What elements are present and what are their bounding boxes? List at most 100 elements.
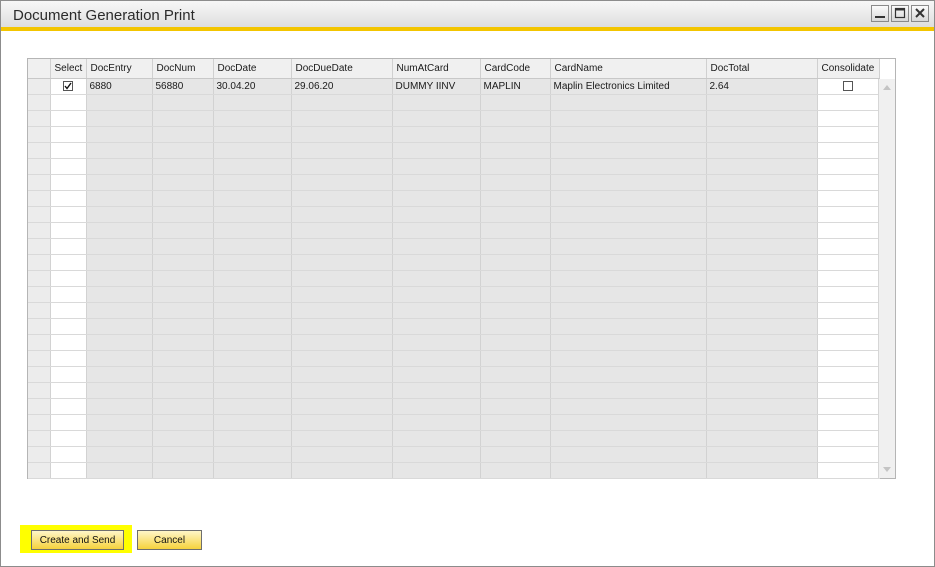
empty-cell[interactable] [213,366,292,383]
empty-cell[interactable] [152,206,214,223]
empty-cell[interactable] [392,318,481,335]
empty-cell[interactable] [706,430,818,447]
empty-cell[interactable] [706,446,818,463]
empty-cell[interactable] [213,462,292,479]
empty-cell[interactable] [291,414,393,431]
empty-cell[interactable] [152,446,214,463]
empty-cell[interactable] [50,462,87,479]
empty-cell[interactable] [706,142,818,159]
empty-cell[interactable] [706,334,818,351]
empty-cell[interactable] [291,446,393,463]
select-cell[interactable] [50,78,87,95]
minimize-button[interactable] [871,5,889,22]
empty-cell[interactable] [213,110,292,127]
empty-cell[interactable] [152,142,214,159]
empty-cell[interactable] [817,190,880,207]
empty-cell[interactable] [706,126,818,143]
empty-cell[interactable] [28,270,51,287]
empty-cell[interactable] [28,254,51,271]
empty-cell[interactable] [480,334,551,351]
empty-cell[interactable] [152,366,214,383]
empty-cell[interactable] [392,302,481,319]
empty-cell[interactable] [291,238,393,255]
empty-cell[interactable] [480,94,551,111]
empty-cell[interactable] [817,110,880,127]
empty-cell[interactable] [817,94,880,111]
create-and-send-button[interactable]: Create and Send [31,530,124,550]
empty-cell[interactable] [817,158,880,175]
empty-cell[interactable] [550,174,707,191]
empty-cell[interactable] [817,286,880,303]
empty-cell[interactable] [86,382,153,399]
empty-cell[interactable] [28,446,51,463]
empty-cell[interactable] [392,254,481,271]
empty-cell[interactable] [86,238,153,255]
empty-cell[interactable] [28,398,51,415]
empty-cell[interactable] [50,430,87,447]
empty-cell[interactable] [28,126,51,143]
empty-cell[interactable] [550,302,707,319]
empty-cell[interactable] [550,158,707,175]
empty-row[interactable] [28,142,880,159]
title-bar[interactable]: Document Generation Print [1,1,934,31]
empty-cell[interactable] [706,222,818,239]
empty-cell[interactable] [392,110,481,127]
empty-cell[interactable] [550,350,707,367]
empty-cell[interactable] [550,366,707,383]
empty-row[interactable] [28,366,880,383]
empty-cell[interactable] [291,430,393,447]
empty-cell[interactable] [50,414,87,431]
empty-cell[interactable] [50,318,87,335]
empty-cell[interactable] [152,302,214,319]
empty-cell[interactable] [291,366,393,383]
empty-row[interactable] [28,286,880,303]
empty-cell[interactable] [706,254,818,271]
empty-cell[interactable] [86,366,153,383]
empty-cell[interactable] [817,302,880,319]
empty-cell[interactable] [480,366,551,383]
empty-cell[interactable] [706,174,818,191]
empty-cell[interactable] [213,126,292,143]
empty-cell[interactable] [291,142,393,159]
empty-cell[interactable] [152,334,214,351]
empty-cell[interactable] [480,446,551,463]
empty-cell[interactable] [86,430,153,447]
empty-row[interactable] [28,270,880,287]
empty-cell[interactable] [706,302,818,319]
empty-cell[interactable] [50,254,87,271]
empty-cell[interactable] [706,462,818,479]
empty-cell[interactable] [152,350,214,367]
empty-cell[interactable] [50,206,87,223]
empty-cell[interactable] [50,222,87,239]
empty-cell[interactable] [291,398,393,415]
empty-cell[interactable] [152,94,214,111]
empty-cell[interactable] [28,414,51,431]
empty-cell[interactable] [392,414,481,431]
empty-cell[interactable] [152,190,214,207]
empty-cell[interactable] [817,334,880,351]
empty-cell[interactable] [152,110,214,127]
empty-cell[interactable] [392,222,481,239]
empty-cell[interactable] [392,174,481,191]
empty-cell[interactable] [550,254,707,271]
column-header-docnum[interactable]: DocNum [152,59,214,79]
empty-cell[interactable] [213,158,292,175]
empty-cell[interactable] [152,158,214,175]
empty-cell[interactable] [706,350,818,367]
empty-cell[interactable] [550,398,707,415]
empty-cell[interactable] [706,110,818,127]
empty-cell[interactable] [213,430,292,447]
empty-cell[interactable] [86,334,153,351]
empty-cell[interactable] [550,462,707,479]
empty-row[interactable] [28,430,880,447]
empty-cell[interactable] [392,142,481,159]
empty-row[interactable] [28,254,880,271]
empty-cell[interactable] [480,430,551,447]
empty-cell[interactable] [152,222,214,239]
empty-cell[interactable] [86,174,153,191]
empty-cell[interactable] [213,94,292,111]
empty-cell[interactable] [550,286,707,303]
empty-cell[interactable] [86,350,153,367]
empty-cell[interactable] [291,462,393,479]
empty-cell[interactable] [706,286,818,303]
